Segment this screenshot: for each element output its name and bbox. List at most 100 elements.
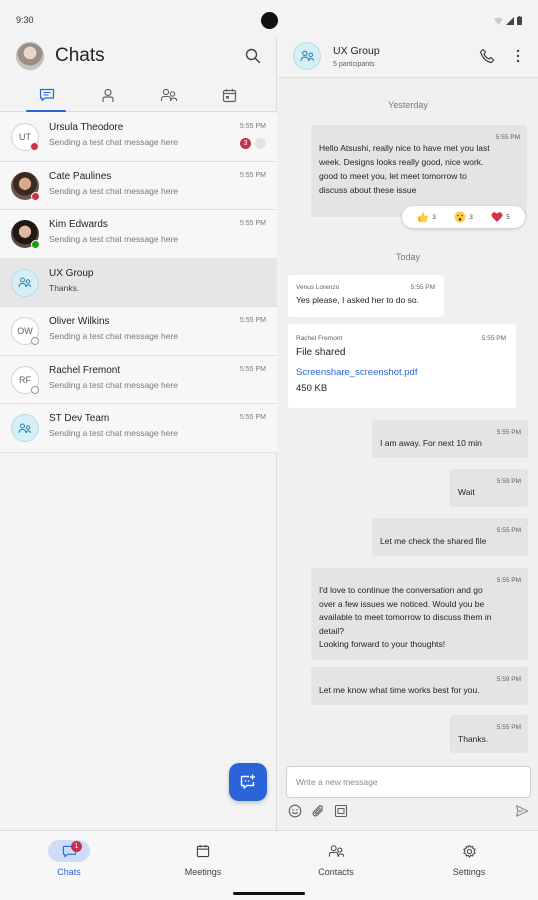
chat-preview: Sending a test chat message here — [49, 137, 178, 147]
chat-name: Cate Paulines — [49, 170, 112, 182]
message-time: 5:59 PM — [496, 676, 521, 683]
message-bubble[interactable]: Venus Lorenzo 5:55 PM Yes please, I aske… — [288, 275, 444, 317]
message-time: 5:55 PM — [496, 429, 521, 436]
presence-offline-icon — [31, 337, 39, 345]
file-link[interactable]: Screenshare_screenshot.pdf — [296, 366, 417, 380]
participant-count: 5 participants — [333, 61, 375, 68]
message-text: Thanks. — [458, 734, 489, 744]
compose-toolbar — [288, 804, 348, 818]
wifi-icon — [494, 17, 503, 25]
avatar — [11, 268, 39, 297]
message-bubble[interactable]: 5:55 PM Let me check the shared file — [372, 518, 528, 556]
reaction-heart[interactable]: 5 — [491, 211, 510, 223]
message-text: week. Designs looks really good, nice wo… — [319, 157, 484, 167]
message-bubble[interactable]: 5:55 PM I am away. For next 10 min — [372, 420, 528, 458]
search-icon[interactable] — [244, 47, 262, 65]
emoji-icon[interactable] — [288, 804, 302, 818]
reaction-count: 3 — [469, 213, 473, 221]
chat-item-oliver-wilkins[interactable]: OW Oliver Wilkins Sending a test chat me… — [0, 307, 277, 356]
message-bubble[interactable]: 5:55 PM Thanks. — [450, 715, 528, 753]
send-icon[interactable] — [515, 804, 529, 818]
group-avatar[interactable] — [293, 42, 321, 70]
status-bar: 9:30 — [0, 0, 538, 36]
message-text: Looking forward to your thoughts! — [319, 639, 446, 649]
nav-label: Chats — [57, 867, 81, 877]
chat-list-pane: Chats UT Ursula Theodore Sending a test … — [0, 36, 277, 830]
bottom-navigation: 1 Chats Meetings Contacts Settings — [0, 830, 538, 900]
tab-chats[interactable] — [36, 84, 58, 106]
reaction-count: 5 — [506, 213, 510, 221]
file-message-bubble[interactable]: Rachel Fremont 5:55 PM File shared Scree… — [288, 324, 516, 408]
phone-icon[interactable] — [479, 48, 495, 64]
chat-list-header: Chats — [0, 36, 277, 76]
message-text: Let me check the shared file — [380, 536, 487, 546]
nav-chats[interactable]: 1 Chats — [34, 840, 104, 880]
gear-icon — [462, 844, 476, 858]
file-size: 450 KB — [296, 383, 328, 394]
chat-time: 5:55 PM — [239, 171, 266, 179]
chat-item-kim-edwards[interactable]: Kim Edwards Sending a test chat message … — [0, 210, 277, 259]
reaction-surprised[interactable]: 3 — [454, 211, 473, 223]
avatar — [11, 171, 40, 201]
heart-icon — [491, 212, 503, 222]
group-icon — [18, 277, 31, 288]
page-title: Chats — [55, 45, 105, 66]
message-bubble[interactable]: 5:55 PM I'd love to continue the convers… — [311, 568, 528, 660]
chat-time: 5:55 PM — [239, 220, 266, 227]
attach-icon[interactable] — [311, 804, 325, 818]
status-icons — [494, 16, 522, 25]
avatar-initials: UT — [19, 132, 31, 142]
chat-item-cate-paulines[interactable]: Cate Paulines Sending a test chat messag… — [0, 161, 277, 210]
chat-preview: Thanks. — [49, 282, 80, 293]
chat-preview: Sending a test chat message here — [49, 379, 178, 390]
nav-label: Settings — [452, 867, 486, 877]
message-text: detail? — [319, 625, 345, 636]
chat-preview: Sending a test chat message here — [49, 428, 178, 438]
message-bubble[interactable]: 5:55 PM Hello Atsushi, really nice to ha… — [311, 125, 527, 217]
reaction-thumbs-up[interactable]: 3 — [417, 211, 436, 223]
message-bubble[interactable]: 5:59 PM Let me know what time works best… — [311, 667, 528, 705]
nav-contacts-icon-wrap — [315, 840, 357, 862]
home-indicator[interactable] — [233, 892, 305, 895]
message-compose-box[interactable] — [286, 766, 531, 798]
message-text: Wait — [458, 487, 475, 497]
person-icon — [102, 88, 114, 102]
tab-groups[interactable] — [158, 84, 180, 106]
nav-unread-badge: 1 — [71, 841, 82, 852]
more-options-icon[interactable] — [514, 48, 522, 64]
new-chat-icon — [240, 774, 255, 789]
message-time: 5:55 PM — [496, 577, 521, 584]
chat-item-ux-group[interactable]: UX Group Thanks. — [0, 258, 277, 307]
chat-time: 5:55 PM — [239, 365, 266, 373]
presence-available-icon — [31, 240, 40, 249]
chat-name: Kim Edwards — [49, 219, 108, 230]
message-time: 5:55 PM — [495, 134, 520, 141]
message-text: Yes please, I asked her to do so. — [296, 295, 420, 305]
message-text: I am away. For next 10 min — [380, 438, 482, 448]
image-icon[interactable] — [334, 804, 348, 818]
reactions-bar[interactable]: 3 3 5 — [402, 206, 525, 228]
nav-settings-icon-wrap — [448, 840, 490, 862]
nav-settings[interactable]: Settings — [434, 840, 504, 880]
chat-item-st-dev-team[interactable]: ST Dev Team Sending a test chat message … — [0, 404, 277, 453]
tab-people[interactable] — [97, 84, 119, 106]
chat-preview: Sending a test chat message here — [49, 234, 178, 244]
new-chat-button[interactable] — [229, 763, 267, 801]
my-avatar[interactable] — [16, 42, 44, 70]
avatar: UT — [11, 123, 39, 151]
tab-meetings[interactable] — [218, 84, 240, 106]
nav-meetings[interactable]: Meetings — [168, 840, 238, 880]
surprised-face-icon — [454, 211, 466, 223]
chat-preview: Sending a test chat message here — [49, 331, 178, 341]
message-bubble[interactable]: 5:59 PM Wait — [450, 469, 528, 507]
chat-item-ursula-theodore[interactable]: UT Ursula Theodore Sending a test chat m… — [0, 113, 277, 162]
chat-filter-tabs — [0, 80, 277, 112]
message-sender: Rachel Fremont — [296, 335, 343, 342]
message-input[interactable] — [287, 767, 530, 797]
nav-chats-icon-wrap: 1 — [48, 840, 90, 862]
active-tab-indicator — [26, 110, 66, 112]
conversation-title[interactable]: UX Group — [333, 45, 380, 57]
chat-item-rachel-fremont[interactable]: RF Rachel Fremont Sending a test chat me… — [0, 355, 277, 404]
nav-contacts[interactable]: Contacts — [301, 840, 371, 880]
avatar — [11, 220, 40, 249]
